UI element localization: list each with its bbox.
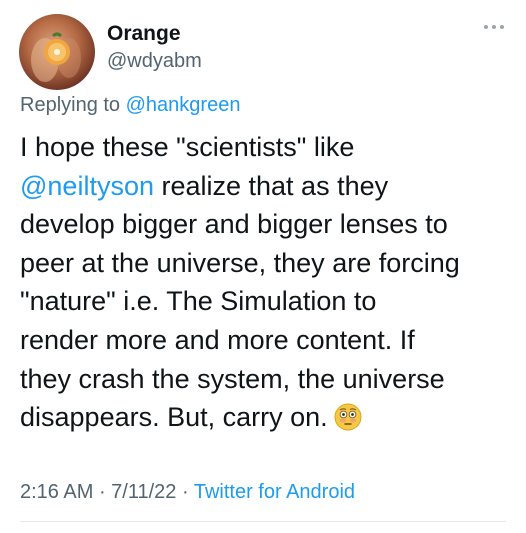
tweet-line-text: disappears. But, carry on.: [20, 402, 328, 433]
display-name[interactable]: Orange: [107, 22, 181, 46]
orange-avatar-icon: [31, 32, 81, 82]
user-handle[interactable]: @wdyabm: [107, 50, 202, 73]
tweet-date[interactable]: 7/11/22: [111, 481, 176, 503]
replying-to: Replying to @hankgreen: [20, 94, 240, 117]
tweet-line: I hope these "scientists" like: [20, 132, 355, 162]
flushed-face-emoji-icon: [334, 403, 362, 442]
dot: [492, 25, 496, 29]
more-dots-icon[interactable]: [480, 20, 508, 34]
avatar[interactable]: [19, 14, 95, 90]
meta-separator: ·: [176, 481, 194, 503]
reply-target-link[interactable]: @hankgreen: [126, 94, 241, 116]
replying-prefix: Replying to: [20, 94, 126, 116]
tweet-time[interactable]: 2:16 AM: [20, 481, 93, 503]
tweet-line: @neiltyson realize that as they: [20, 167, 520, 206]
meta-separator: ·: [93, 481, 112, 503]
tweet: Orange @wdyabm Replying to @hankgreen I …: [0, 0, 526, 533]
tweet-line-rest: realize that as they: [153, 170, 389, 201]
tweet-line: peer at the universe, they are forcing: [20, 247, 460, 278]
tweet-line: render more and more content. If: [20, 324, 415, 355]
mention-link[interactable]: @neiltyson: [20, 171, 154, 201]
tweet-source[interactable]: Twitter for Android: [194, 481, 355, 503]
dot: [500, 25, 504, 29]
tweet-text: I hope these "scientists" like @neiltyso…: [20, 128, 520, 442]
tweet-line: they crash the system, the universe: [20, 363, 445, 394]
tweet-meta: 2:16 AM · 7/11/22 · Twitter for Android: [20, 481, 355, 504]
dot: [484, 25, 488, 29]
tweet-line: disappears. But, carry on.: [20, 398, 520, 442]
divider: [20, 521, 506, 522]
tweet-line: develop bigger and bigger lenses to: [20, 209, 448, 240]
tweet-line: "nature" i.e. The Simulation to: [20, 286, 377, 317]
